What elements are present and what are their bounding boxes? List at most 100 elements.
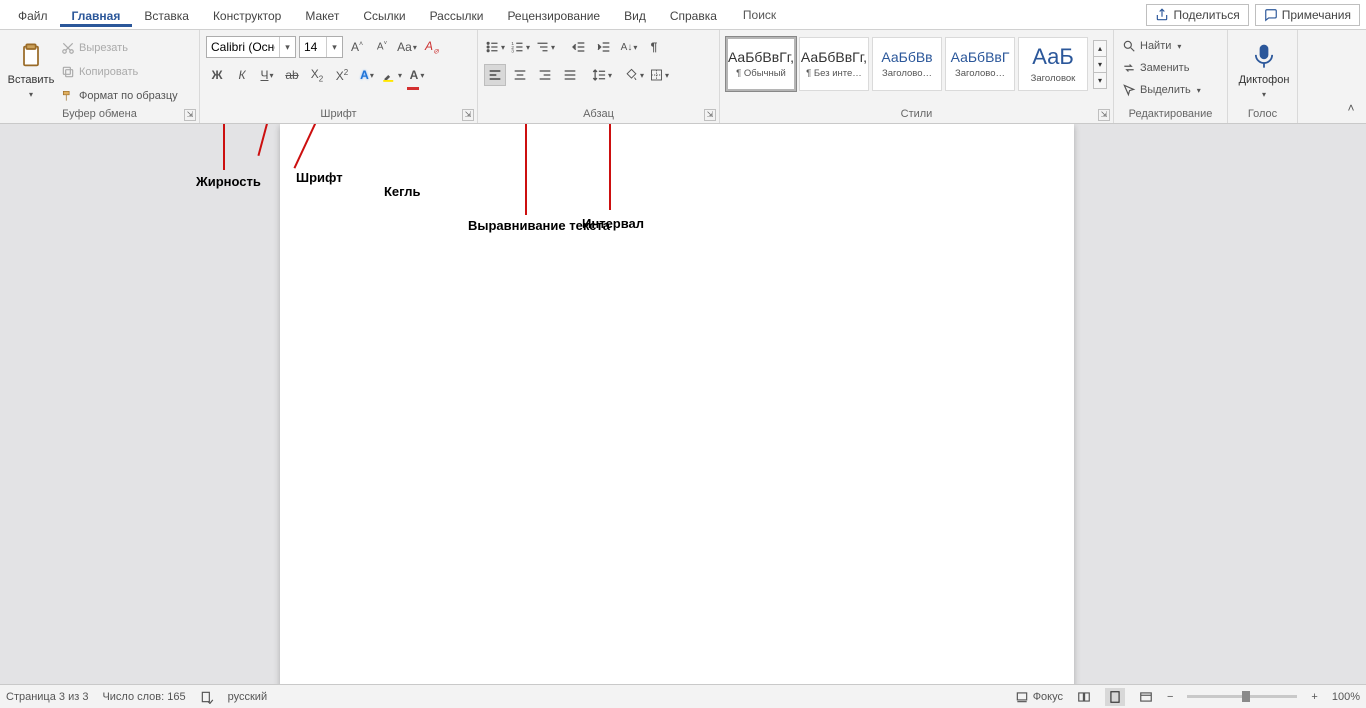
ribbon: Вставить ▾ Вырезать Копировать Формат по… xyxy=(0,30,1366,124)
style-heading2[interactable]: АаБбВвГЗаголово… xyxy=(945,37,1015,91)
paragraph-launcher[interactable]: ⇲ xyxy=(704,109,716,121)
share-button[interactable]: Поделиться xyxy=(1146,4,1248,26)
tab-home[interactable]: Главная xyxy=(60,3,133,27)
style-title[interactable]: АаБЗаголовок xyxy=(1018,37,1088,91)
tab-help[interactable]: Справка xyxy=(658,3,729,27)
font-size-caret[interactable]: ▾ xyxy=(326,37,342,57)
clipboard-launcher[interactable]: ⇲ xyxy=(184,109,196,121)
dictate-button[interactable]: Диктофон ▾ xyxy=(1234,34,1294,106)
borders-button[interactable] xyxy=(648,64,670,86)
find-button[interactable]: Найти▾ xyxy=(1120,36,1221,56)
tab-design[interactable]: Конструктор xyxy=(201,3,293,27)
group-paragraph-label: Абзац xyxy=(484,108,713,122)
align-left-button[interactable] xyxy=(484,64,506,86)
anno-label-bold: Жирность xyxy=(196,174,261,189)
styles-launcher[interactable]: ⇲ xyxy=(1098,109,1110,121)
select-icon xyxy=(1122,83,1136,97)
font-size-combo[interactable]: ▾ xyxy=(299,36,343,58)
tab-insert[interactable]: Вставка xyxy=(132,3,201,27)
highlight-button[interactable] xyxy=(381,64,403,86)
status-language[interactable]: русский xyxy=(228,691,267,703)
tab-view[interactable]: Вид xyxy=(612,3,658,27)
outdent-button[interactable] xyxy=(568,36,590,58)
subscript-button[interactable]: X2 xyxy=(306,64,328,86)
grow-font-button[interactable]: A˄ xyxy=(346,36,368,58)
borders-icon xyxy=(649,67,664,83)
bold-button[interactable]: Ж xyxy=(206,64,228,86)
font-size-input[interactable] xyxy=(300,37,326,57)
cut-button[interactable]: Вырезать xyxy=(59,38,180,58)
font-name-combo[interactable]: ▾ xyxy=(206,36,296,58)
style-normal[interactable]: АаБбВвГг,¶ Обычный xyxy=(726,37,796,91)
document-page[interactable] xyxy=(280,124,1074,684)
align-right-icon xyxy=(537,67,553,83)
sort-button[interactable]: A↓ xyxy=(618,36,640,58)
tab-mailings[interactable]: Рассылки xyxy=(418,3,496,27)
shading-button[interactable] xyxy=(623,64,645,86)
align-justify-button[interactable] xyxy=(559,64,581,86)
numbering-button[interactable]: 123 xyxy=(509,36,531,58)
document-workspace: Жирность Шрифт Кегль Выравнивание текста… xyxy=(0,124,1366,684)
indent-button[interactable] xyxy=(593,36,615,58)
print-layout-icon xyxy=(1108,690,1122,704)
font-color-button[interactable]: A xyxy=(406,64,428,86)
line-spacing-button[interactable] xyxy=(591,64,613,86)
anno-label-size: Кегль xyxy=(384,184,421,199)
focus-mode-button[interactable]: Фокус xyxy=(1015,690,1063,704)
menu-tabs: Файл Главная Вставка Конструктор Макет С… xyxy=(0,0,1366,30)
text-effects-button[interactable]: A xyxy=(356,64,378,86)
font-name-input[interactable] xyxy=(207,37,279,57)
zoom-value[interactable]: 100% xyxy=(1332,691,1360,703)
zoom-slider-thumb[interactable] xyxy=(1242,691,1250,702)
italic-button[interactable]: К xyxy=(231,64,253,86)
shrink-font-button[interactable]: A˅ xyxy=(371,36,393,58)
group-styles-label: Стили xyxy=(726,108,1107,122)
align-center-button[interactable] xyxy=(509,64,531,86)
font-launcher[interactable]: ⇲ xyxy=(462,109,474,121)
print-layout-button[interactable] xyxy=(1105,688,1125,706)
format-painter-icon xyxy=(61,89,75,103)
styles-gallery-nav: ▴ ▾ ▾ xyxy=(1093,40,1107,88)
zoom-out-button[interactable]: − xyxy=(1167,691,1173,703)
format-painter-button[interactable]: Формат по образцу xyxy=(59,86,180,106)
tab-layout[interactable]: Макет xyxy=(293,3,351,27)
replace-button[interactable]: Заменить xyxy=(1120,58,1221,78)
anno-line-spacing xyxy=(609,124,611,210)
styles-expand[interactable]: ▾ xyxy=(1093,72,1107,89)
paste-button[interactable]: Вставить ▾ xyxy=(6,34,56,106)
tab-references[interactable]: Ссылки xyxy=(351,3,417,27)
web-layout-icon xyxy=(1139,690,1153,704)
status-words[interactable]: Число слов: 165 xyxy=(102,691,185,703)
group-editing-label: Редактирование xyxy=(1120,108,1221,122)
group-voice: Диктофон ▾ Голос xyxy=(1228,30,1298,123)
style-heading1[interactable]: АаБбВвЗаголово… xyxy=(872,37,942,91)
styles-scroll-up[interactable]: ▴ xyxy=(1093,40,1107,57)
spellcheck-icon xyxy=(200,690,214,704)
show-marks-button[interactable]: ¶ xyxy=(643,36,665,58)
copy-button[interactable]: Копировать xyxy=(59,62,180,82)
font-name-caret[interactable]: ▾ xyxy=(279,37,295,57)
zoom-slider[interactable] xyxy=(1187,695,1297,698)
style-nospacing[interactable]: АаБбВвГг,¶ Без инте… xyxy=(799,37,869,91)
tab-review[interactable]: Рецензирование xyxy=(495,3,612,27)
focus-icon xyxy=(1015,690,1029,704)
styles-scroll-down[interactable]: ▾ xyxy=(1093,56,1107,73)
status-spellcheck[interactable] xyxy=(200,690,214,704)
status-page[interactable]: Страница 3 из 3 xyxy=(6,691,88,703)
tab-file[interactable]: Файл xyxy=(6,3,60,27)
bullets-button[interactable] xyxy=(484,36,506,58)
clear-format-button[interactable]: A⊘ xyxy=(421,36,443,58)
collapse-ribbon-button[interactable]: ˄ xyxy=(1340,97,1362,119)
multilevel-button[interactable] xyxy=(534,36,556,58)
web-layout-button[interactable] xyxy=(1139,690,1153,704)
comments-button[interactable]: Примечания xyxy=(1255,4,1360,26)
search-button[interactable]: Поиск xyxy=(739,8,776,22)
zoom-in-button[interactable]: + xyxy=(1311,691,1317,703)
read-mode-button[interactable] xyxy=(1077,690,1091,704)
underline-button[interactable]: Ч xyxy=(256,64,278,86)
strike-button[interactable]: ab xyxy=(281,64,303,86)
align-right-button[interactable] xyxy=(534,64,556,86)
superscript-button[interactable]: X2 xyxy=(331,64,353,86)
select-button[interactable]: Выделить▾ xyxy=(1120,80,1221,100)
change-case-button[interactable]: Aa xyxy=(396,36,418,58)
